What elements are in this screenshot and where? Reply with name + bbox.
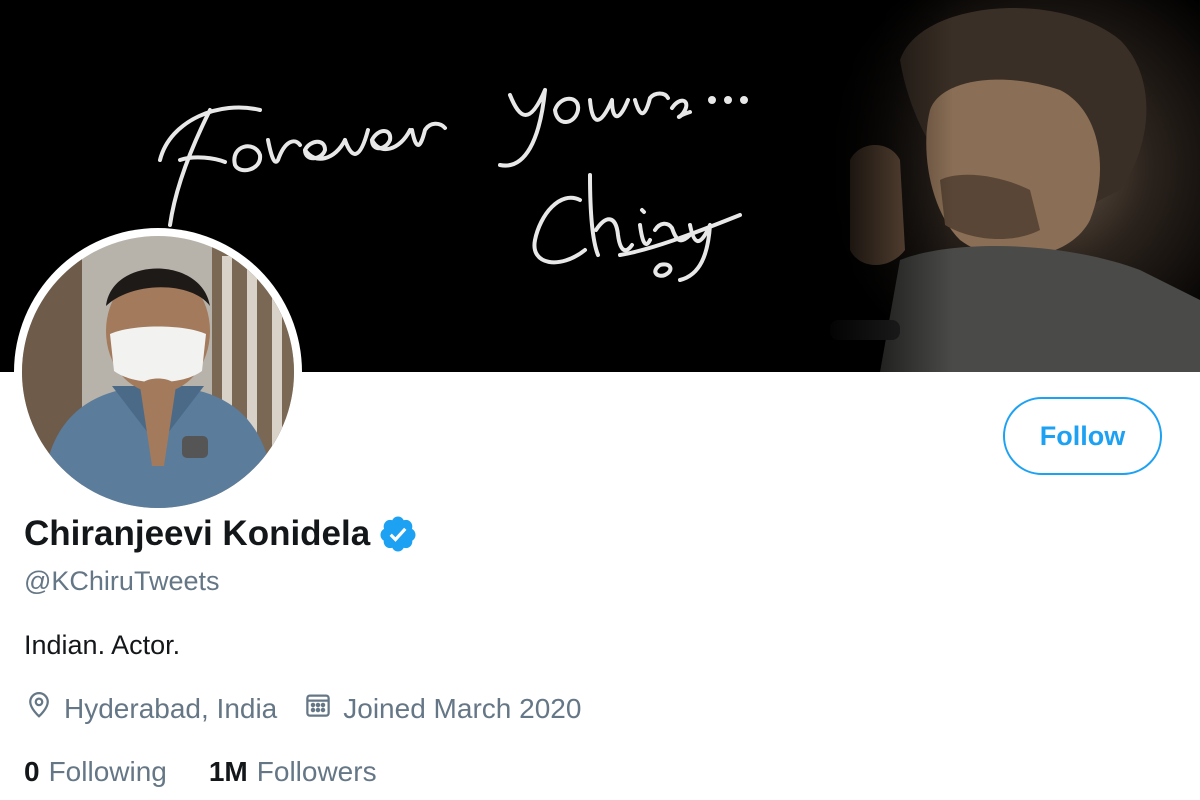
location-text: Hyderabad, India <box>64 692 278 724</box>
profile-joined: Joined March 2020 <box>303 690 581 727</box>
profile-handle: @KChiruTweets <box>24 566 220 596</box>
profile-location: Hyderabad, India <box>24 690 277 727</box>
profile-stats: 0 Following 1M Followers <box>24 756 377 788</box>
calendar-icon <box>303 690 343 727</box>
profile-bio: Indian. Actor. <box>24 630 181 660</box>
profile-name-row: Chiranjeevi Konidela <box>24 514 418 554</box>
followers-link[interactable]: 1M Followers <box>209 756 377 788</box>
profile-avatar[interactable] <box>14 228 302 516</box>
following-link[interactable]: 0 Following <box>24 756 167 788</box>
profile-meta: Hyderabad, India Joined March 2020 <box>24 690 581 727</box>
follow-button[interactable]: Follow <box>1003 397 1162 475</box>
profile-name: Chiranjeevi Konidela <box>24 514 371 553</box>
followers-label: Followers <box>256 756 377 787</box>
following-label: Following <box>48 756 167 787</box>
avatar-photo <box>22 236 294 508</box>
following-count: 0 <box>24 756 40 787</box>
location-pin-icon <box>24 690 64 727</box>
joined-text: Joined March 2020 <box>343 692 582 724</box>
banner-portrait <box>820 0 1200 372</box>
verified-badge-icon <box>378 514 418 554</box>
followers-count: 1M <box>208 756 248 787</box>
